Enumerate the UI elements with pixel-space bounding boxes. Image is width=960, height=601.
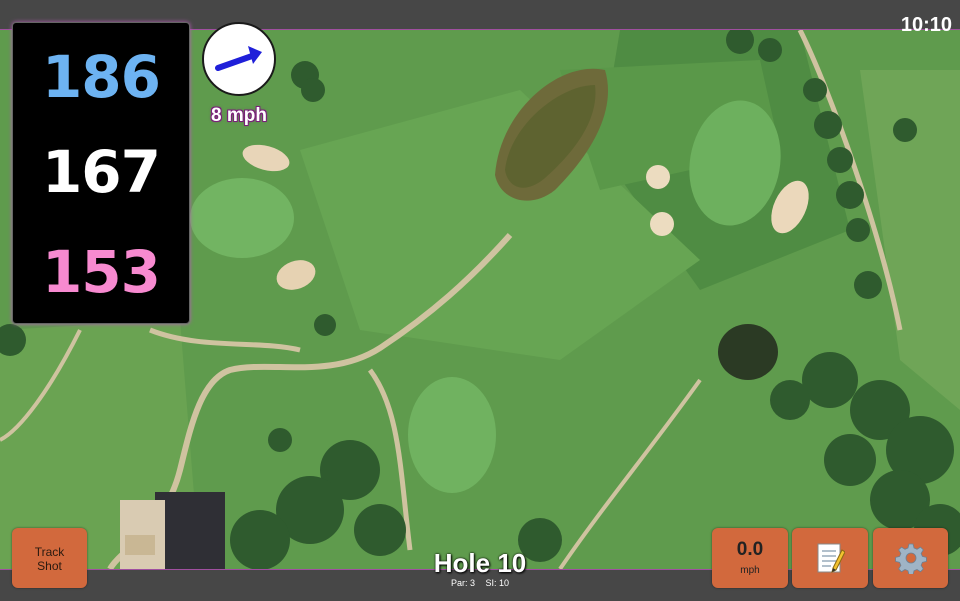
track-shot-button[interactable]: Track Shot [12, 528, 87, 588]
distance-panel: 186 167 153 [12, 22, 190, 324]
distance-middle: 167 [41, 138, 161, 206]
wind-direction-indicator [202, 22, 276, 96]
track-shot-label-line1: Track [34, 545, 65, 559]
hole-stroke-index: SI: 10 [485, 578, 510, 588]
hole-info: Par: 3 SI: 10 [380, 578, 580, 588]
speed-button[interactable]: 0.0 mph [712, 528, 788, 588]
hole-par: Par: 3 [450, 578, 475, 588]
notes-button[interactable] [792, 528, 868, 588]
speed-value: 0.0 [736, 539, 764, 560]
wind-speed-label: 8 mph [211, 105, 267, 126]
notepad-icon [817, 543, 845, 573]
hole-title: Hole 10 [433, 548, 527, 578]
distance-front: 153 [41, 238, 161, 306]
speed-unit: mph [740, 565, 760, 576]
wind-direction-arrow-icon [215, 46, 262, 71]
track-shot-label-line2: Shot [37, 559, 62, 573]
clock: 10:10 [900, 14, 952, 36]
distance-back: 186 [41, 43, 161, 111]
settings-button[interactable] [873, 528, 948, 588]
gear-icon [894, 543, 927, 574]
